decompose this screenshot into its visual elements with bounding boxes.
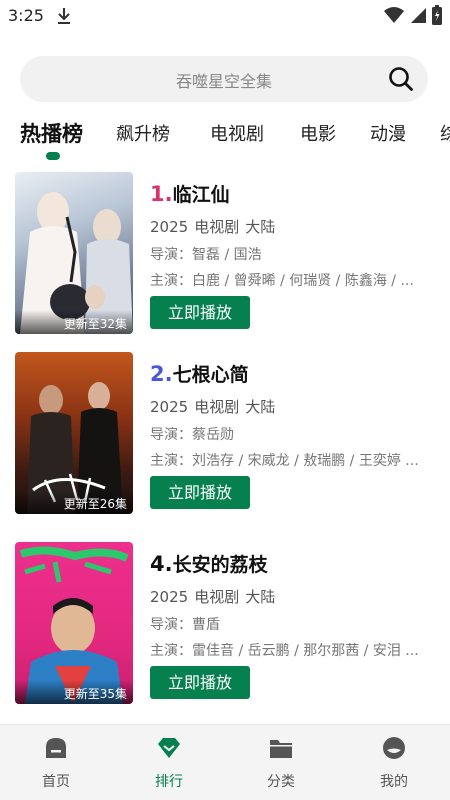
item-type: 电视剧 bbox=[194, 398, 240, 416]
tab-rising[interactable]: 飙升榜 bbox=[116, 120, 170, 146]
item-director: 导演：智磊 / 国浩 bbox=[150, 247, 262, 263]
episode-badge: 更新至32集 bbox=[15, 310, 133, 334]
nav-ranking[interactable]: 排行 bbox=[129, 735, 209, 791]
status-icons bbox=[384, 5, 442, 25]
nav-profile[interactable]: 我的 bbox=[354, 735, 434, 791]
item-type: 电视剧 bbox=[194, 218, 240, 236]
item-director: 导演：曹盾 bbox=[150, 617, 220, 633]
nav-home[interactable]: 首页 bbox=[16, 735, 96, 791]
item-meta: 2025 电视剧 大陆 bbox=[150, 396, 281, 417]
episode-badge: 更新至26集 bbox=[15, 490, 133, 514]
signal-icon bbox=[411, 8, 426, 23]
search-icon[interactable] bbox=[388, 66, 414, 92]
play-button[interactable]: 立即播放 bbox=[150, 476, 250, 509]
tab-variety[interactable]: 综 bbox=[440, 120, 450, 146]
title-text: 七根心简 bbox=[172, 364, 249, 386]
rank-number: 1. bbox=[150, 182, 173, 206]
battery-icon bbox=[432, 5, 442, 25]
poster-image[interactable]: 更新至35集 bbox=[15, 542, 133, 704]
item-year: 2025 bbox=[150, 588, 189, 606]
item-region: 大陆 bbox=[245, 218, 276, 236]
item-year: 2025 bbox=[150, 218, 189, 236]
item-type: 电视剧 bbox=[194, 588, 240, 606]
item-cast: 主演：雷佳音 / 岳云鹏 / 那尔那茜 / 安泪 ... bbox=[150, 643, 419, 659]
list-item[interactable]: 更新至26集 2.七根心简 2025 电视剧 大陆 导演：蔡岳勋 主演：刘浩存 / … bbox=[15, 352, 435, 517]
search-bar[interactable]: 吞噬星空全集 bbox=[20, 56, 428, 102]
tab-anime[interactable]: 动漫 bbox=[370, 120, 406, 146]
profile-icon bbox=[383, 737, 405, 759]
play-button[interactable]: 立即播放 bbox=[150, 666, 250, 699]
nav-category[interactable]: 分类 bbox=[241, 735, 321, 791]
bottom-nav: 首页 排行 分类 我的 bbox=[0, 724, 450, 800]
rank-number: 2. bbox=[150, 362, 173, 386]
category-tabs: 热播榜 飙升榜 电视剧 电影 动漫 综 bbox=[0, 112, 450, 160]
status-bar: 3:25 bbox=[0, 0, 450, 32]
title-text: 临江仙 bbox=[172, 184, 230, 206]
wifi-icon bbox=[384, 7, 404, 23]
tab-movie[interactable]: 电影 bbox=[300, 120, 336, 146]
tab-indicator bbox=[46, 152, 60, 160]
rank-number: 4. bbox=[150, 552, 173, 576]
item-year: 2025 bbox=[150, 398, 189, 416]
item-region: 大陆 bbox=[245, 588, 276, 606]
episode-badge: 更新至35集 bbox=[15, 680, 133, 704]
item-title: 2.七根心简 bbox=[150, 360, 249, 387]
nav-label: 首页 bbox=[42, 774, 70, 790]
nav-label: 分类 bbox=[267, 774, 295, 790]
download-icon bbox=[58, 8, 70, 24]
search-placeholder[interactable]: 吞噬星空全集 bbox=[20, 68, 368, 92]
poster-image[interactable]: 更新至26集 bbox=[15, 352, 133, 514]
tab-hot[interactable]: 热播榜 bbox=[20, 118, 83, 148]
home-icon bbox=[46, 738, 66, 758]
status-time: 3:25 bbox=[8, 6, 44, 25]
ranking-icon bbox=[158, 738, 180, 758]
item-cast: 主演：白鹿 / 曾舜晞 / 何瑞贤 / 陈鑫海 / ... bbox=[150, 273, 414, 289]
item-title: 1.临江仙 bbox=[150, 180, 230, 207]
poster-image[interactable]: 更新至32集 bbox=[15, 172, 133, 334]
item-title: 4.长安的荔枝 bbox=[150, 550, 268, 577]
item-cast: 主演：刘浩存 / 宋威龙 / 敖瑞鹏 / 王奕婷 ... bbox=[150, 453, 419, 469]
item-director: 导演：蔡岳勋 bbox=[150, 427, 234, 443]
tab-tv[interactable]: 电视剧 bbox=[210, 120, 264, 146]
item-meta: 2025 电视剧 大陆 bbox=[150, 216, 281, 237]
item-meta: 2025 电视剧 大陆 bbox=[150, 586, 281, 607]
nav-label: 我的 bbox=[380, 774, 408, 790]
folder-icon bbox=[270, 740, 292, 758]
list-item[interactable]: 更新至32集 1.临江仙 2025 电视剧 大陆 导演：智磊 / 国浩 主演：白鹿 … bbox=[15, 172, 435, 337]
item-region: 大陆 bbox=[245, 398, 276, 416]
play-button[interactable]: 立即播放 bbox=[150, 296, 250, 329]
list-item[interactable]: 更新至35集 4.长安的荔枝 2025 电视剧 大陆 导演：曹盾 主演：雷佳音 / … bbox=[15, 542, 435, 707]
nav-label: 排行 bbox=[155, 774, 183, 790]
title-text: 长安的荔枝 bbox=[172, 554, 268, 576]
